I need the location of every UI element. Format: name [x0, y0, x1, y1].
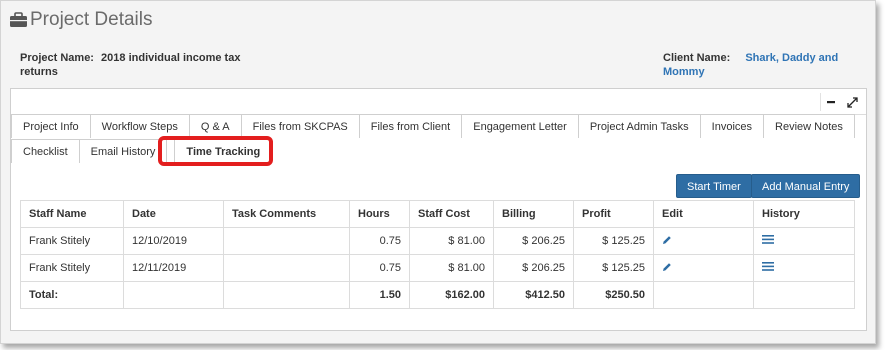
total-billing: $412.50	[493, 281, 574, 309]
page-title: Project Details	[30, 9, 153, 30]
total-empty	[123, 281, 224, 309]
time-tracking-highlight	[158, 136, 273, 166]
tab-files-from-client[interactable]: Files from Client	[358, 114, 463, 138]
col-history: History	[753, 200, 855, 228]
tab-workflow-steps[interactable]: Workflow Steps	[89, 114, 190, 138]
project-name-info: Project Name: 2018 individual income tax…	[20, 51, 250, 79]
total-empty	[653, 281, 754, 309]
time-tracking-table: Staff Name Date Task Comments Hours Staf…	[20, 200, 855, 309]
cell-hours: 0.75	[349, 227, 410, 255]
total-hours: 1.50	[349, 281, 410, 309]
cell-comments	[223, 254, 350, 282]
tab-q-and-a[interactable]: Q & A	[188, 114, 242, 138]
total-cost: $162.00	[409, 281, 494, 309]
table-row: Frank Stitely 12/10/2019 0.75 $ 81.00 $ …	[20, 227, 855, 255]
tab-invoices[interactable]: Invoices	[699, 114, 765, 138]
cell-billing: $ 206.25	[493, 254, 574, 282]
col-staff-cost: Staff Cost	[409, 200, 494, 228]
col-edit: Edit	[653, 200, 754, 228]
cell-staff: Frank Stitely	[20, 227, 124, 255]
cell-hours: 0.75	[349, 254, 410, 282]
cell-history	[753, 254, 855, 282]
list-icon[interactable]	[762, 262, 774, 274]
expand-icon[interactable]	[842, 93, 862, 111]
table-row: Frank Stitely 12/11/2019 0.75 $ 81.00 $ …	[20, 254, 855, 282]
col-date: Date	[123, 200, 224, 228]
tabs-row-1: Project Info Workflow Steps Q & A Files …	[11, 114, 855, 138]
col-profit: Profit	[573, 200, 654, 228]
col-hours: Hours	[349, 200, 410, 228]
minimize-icon[interactable]	[820, 93, 840, 111]
project-name-label: Project Name:	[20, 52, 94, 64]
tab-files-from-skcpas[interactable]: Files from SKCPAS	[240, 114, 360, 138]
cell-cost: $ 81.00	[409, 227, 494, 255]
table-header-row: Staff Name Date Task Comments Hours Staf…	[20, 200, 855, 228]
start-timer-button[interactable]: Start Timer	[676, 174, 752, 198]
total-label: Total:	[20, 281, 124, 309]
col-staff-name: Staff Name	[20, 200, 124, 228]
cell-date: 12/11/2019	[123, 254, 224, 282]
tab-review-notes[interactable]: Review Notes	[763, 114, 855, 138]
total-profit: $250.50	[573, 281, 654, 309]
tab-project-admin-tasks[interactable]: Project Admin Tasks	[577, 114, 701, 138]
cell-cost: $ 81.00	[409, 254, 494, 282]
title-row: Project Details	[9, 7, 153, 33]
client-name-label: Client Name:	[663, 52, 731, 64]
add-manual-entry-button[interactable]: Add Manual Entry	[751, 174, 861, 198]
panel-header	[11, 89, 866, 115]
cell-staff: Frank Stitely	[20, 254, 124, 282]
cell-profit: $ 125.25	[573, 227, 654, 255]
cell-profit: $ 125.25	[573, 254, 654, 282]
tab-engagement-letter[interactable]: Engagement Letter	[461, 114, 579, 138]
col-task-comments: Task Comments	[223, 200, 350, 228]
total-empty	[753, 281, 855, 309]
cell-edit	[653, 254, 754, 282]
cell-edit	[653, 227, 754, 255]
pencil-icon[interactable]	[662, 235, 672, 248]
col-billing: Billing	[493, 200, 574, 228]
cell-history	[753, 227, 855, 255]
project-details-window: Project Details Project Name: 2018 indiv…	[0, 0, 876, 344]
list-icon[interactable]	[762, 235, 774, 247]
cell-comments	[223, 227, 350, 255]
tab-email-history[interactable]: Email History	[78, 139, 168, 163]
cell-billing: $ 206.25	[493, 227, 574, 255]
briefcase-icon	[9, 12, 28, 28]
tab-checklist[interactable]: Checklist	[11, 139, 80, 163]
tab-project-info[interactable]: Project Info	[11, 114, 91, 138]
cell-date: 12/10/2019	[123, 227, 224, 255]
total-empty	[223, 281, 350, 309]
pencil-icon[interactable]	[662, 262, 672, 275]
client-name-info: Client Name: Shark, Daddy and Mommy	[663, 51, 863, 79]
table-total-row: Total: 1.50 $162.00 $412.50 $250.50	[20, 281, 855, 309]
